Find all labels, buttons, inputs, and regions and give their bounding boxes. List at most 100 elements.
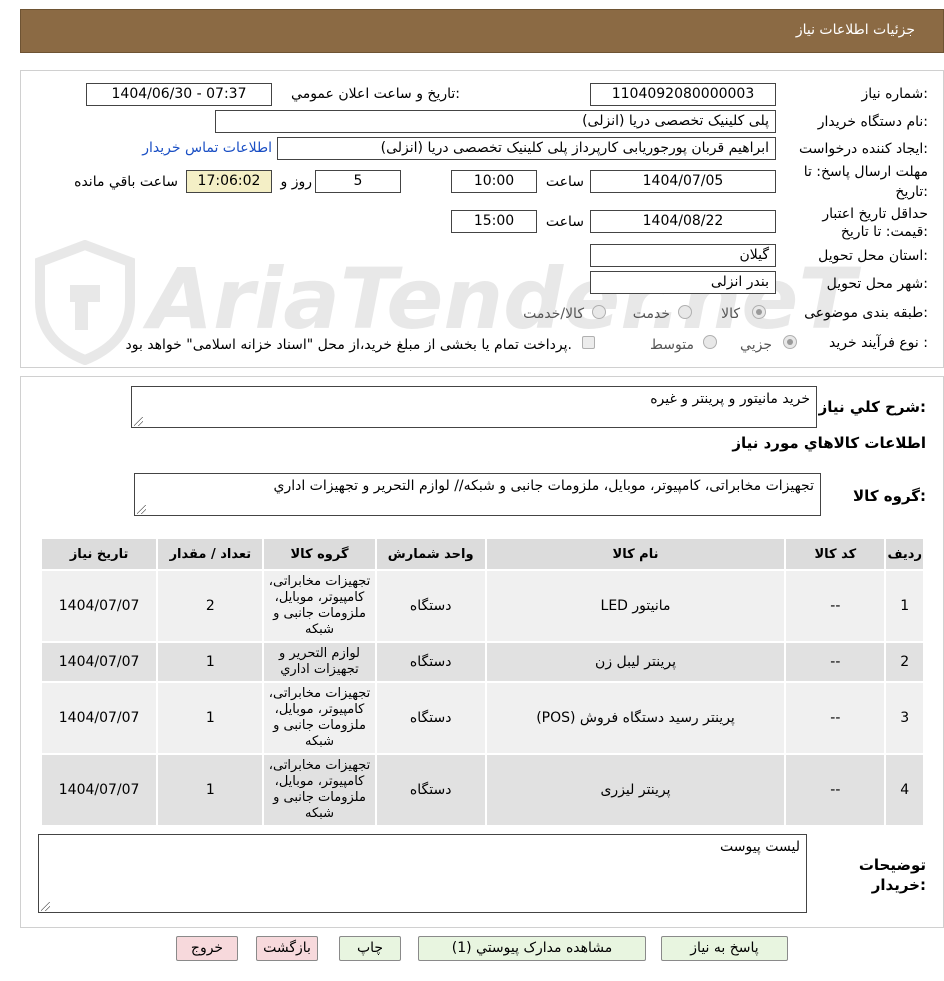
buyer-org-label: نام دستگاه خريدار: — [817, 114, 928, 130]
table-row: 1 -- مانیتور LED دستگاه تجهیزات مخابراتی… — [42, 571, 923, 641]
page-title: جزئیات اطلاعات نیاز — [795, 22, 915, 38]
need-number-field: 1104092080000003 — [590, 83, 776, 106]
buyer-notes-label-line1: توضيحات — [858, 856, 926, 874]
table-row: 2 -- پرینتر لیبل زن دستگاه لوازم التحرير… — [42, 643, 923, 681]
cell-name: پرینتر لیزری — [486, 755, 785, 825]
announce-date-field: 1404/06/30 - 07:37 — [86, 83, 272, 106]
items-table: رديف کد کالا نام کالا واحد شمارش گروه کا… — [40, 537, 925, 827]
resize-grip-icon[interactable] — [134, 417, 143, 426]
province-field: گيلان — [590, 244, 776, 267]
cell-quantity: 1 — [158, 643, 263, 681]
reply-button[interactable]: پاسخ به نياز — [661, 936, 788, 961]
back-button[interactable]: بازگشت — [256, 936, 318, 961]
category-label: طبقه بندی موضوعی: — [804, 305, 928, 321]
days-label: روز و — [280, 174, 313, 190]
treasury-bonds-checkbox[interactable] — [582, 336, 595, 349]
goods-group-text: تجهیزات مخابراتی، کامپیوتر، موبایل، ملزو… — [273, 478, 814, 494]
validity-time-label: ساعت — [545, 214, 584, 230]
category-goods-radio[interactable] — [752, 305, 766, 319]
summary-text: خرید مانیتور و پرینتر و غیره — [650, 391, 810, 407]
col-header-need-date: تاریخ نیاز — [42, 539, 157, 569]
cell-quantity: 1 — [158, 683, 263, 753]
cell-row-number: 2 — [886, 643, 923, 681]
deadline-time-field: 10:00 — [451, 170, 537, 193]
print-button[interactable]: چاپ — [339, 936, 401, 961]
remaining-time-field: 17:06:02 — [186, 170, 272, 193]
col-header-name: نام کالا — [486, 539, 785, 569]
province-label: استان محل تحويل: — [818, 248, 928, 264]
table-header-row: رديف کد کالا نام کالا واحد شمارش گروه کا… — [42, 539, 923, 569]
category-goods-service-radio[interactable] — [592, 305, 606, 319]
cell-code: -- — [786, 755, 885, 825]
cell-name: مانیتور LED — [486, 571, 785, 641]
goods-group-label: گروه کالا: — [853, 487, 926, 505]
cell-group: لوازم التحرير و تجهيزات اداري — [264, 643, 375, 681]
process-medium-radio[interactable] — [703, 335, 717, 349]
view-attachments-button[interactable]: مشاهده مدارک پيوستي (1) — [418, 936, 646, 961]
days-remaining-field: 5 — [315, 170, 401, 193]
deadline-label-line2: تاریخ: — [895, 184, 928, 200]
category-service-radio[interactable] — [678, 305, 692, 319]
cell-unit: دستگاه — [376, 755, 485, 825]
resize-grip-icon[interactable] — [137, 505, 146, 514]
goods-group-textarea: تجهیزات مخابراتی، کامپیوتر، موبایل، ملزو… — [134, 473, 821, 516]
deadline-label-line1: مهلت ارسال پاسخ: تا — [803, 164, 928, 180]
cell-unit: دستگاه — [376, 683, 485, 753]
process-minor-label: جزيي — [740, 337, 772, 353]
exit-button[interactable]: خروج — [176, 936, 238, 961]
cell-row-number: 4 — [886, 755, 923, 825]
table-row: 4 -- پرینتر لیزری دستگاه تجهیزات مخابرات… — [42, 755, 923, 825]
cell-code: -- — [786, 571, 885, 641]
city-label: شهر محل تحويل: — [826, 276, 928, 292]
cell-need-date: 1404/07/07 — [42, 643, 157, 681]
buyer-notes-label-line2: خريدار: — [871, 876, 926, 894]
need-number-label: شماره نیاز: — [861, 86, 928, 102]
validity-label-line1: حداقل تاریخ اعتبار — [822, 206, 928, 222]
payment-note: پرداخت تمام يا بخشی از مبلغ خريد،از محل … — [125, 337, 572, 353]
cell-quantity: 2 — [158, 571, 263, 641]
validity-time-field: 15:00 — [451, 210, 537, 233]
requester-field: ابراهیم قربان پورجوریابی کارپرداز پلی کل… — [277, 137, 776, 160]
buyer-notes-text: لیست پیوست — [719, 839, 800, 855]
deadline-date-field: 1404/07/05 — [590, 170, 776, 193]
col-header-quantity: تعداد / مقدار — [158, 539, 263, 569]
cell-unit: دستگاه — [376, 643, 485, 681]
buyer-org-field: پلی کلینیک تخصصی دریا (انزلی) — [215, 110, 776, 133]
buyer-notes-textarea: لیست پیوست — [38, 834, 807, 913]
summary-textarea: خرید مانیتور و پرینتر و غیره — [131, 386, 817, 428]
city-field: بندر انزلی — [590, 271, 776, 294]
col-header-unit: واحد شمارش — [376, 539, 485, 569]
cell-group: تجهیزات مخابراتی، کامپیوتر، موبایل، ملزو… — [264, 755, 375, 825]
cell-need-date: 1404/07/07 — [42, 683, 157, 753]
cell-need-date: 1404/07/07 — [42, 571, 157, 641]
validity-date-field: 1404/08/22 — [590, 210, 776, 233]
buyer-contact-link[interactable]: اطلاعات تماس خريدار — [142, 140, 272, 156]
cell-name: پرینتر لیبل زن — [486, 643, 785, 681]
cell-row-number: 1 — [886, 571, 923, 641]
cell-quantity: 1 — [158, 755, 263, 825]
cell-code: -- — [786, 643, 885, 681]
col-header-group: گروه کالا — [264, 539, 375, 569]
validity-label-line2: قیمت: تا تاریخ: — [840, 224, 928, 240]
deadline-time-label: ساعت — [545, 174, 584, 190]
cell-need-date: 1404/07/07 — [42, 755, 157, 825]
remaining-time-label: ساعت باقي مانده — [74, 174, 178, 190]
process-label: نوع فرآيند خريد : — [829, 335, 928, 351]
goods-info-title: اطلاعات کالاهاي مورد نياز — [732, 434, 926, 452]
col-header-row-number: رديف — [886, 539, 923, 569]
cell-name: پرینتر رسید دستگاه فروش (POS) — [486, 683, 785, 753]
cell-unit: دستگاه — [376, 571, 485, 641]
cell-code: -- — [786, 683, 885, 753]
process-medium-label: متوسط — [650, 337, 694, 353]
cell-row-number: 3 — [886, 683, 923, 753]
cell-group: تجهیزات مخابراتی، کامپیوتر، موبایل، ملزو… — [264, 571, 375, 641]
announce-label: تاریخ و ساعت اعلان عمومي: — [291, 86, 460, 102]
requester-label: ايجاد کننده درخواست: — [799, 141, 928, 157]
summary-label: شرح کلي نياز: — [818, 398, 926, 416]
process-minor-radio[interactable] — [783, 335, 797, 349]
table-row: 3 -- پرینتر رسید دستگاه فروش (POS) دستگا… — [42, 683, 923, 753]
category-goods-service-label: کالا/خدمت — [523, 306, 584, 322]
header-bar: جزئیات اطلاعات نیاز — [20, 9, 944, 53]
category-service-label: خدمت — [632, 306, 670, 322]
resize-grip-icon[interactable] — [41, 902, 50, 911]
